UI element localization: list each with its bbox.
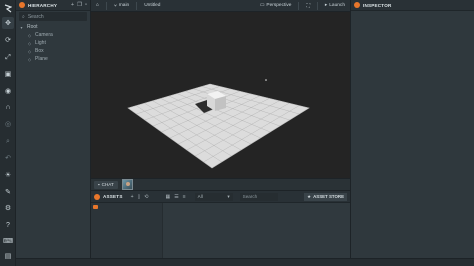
home-button[interactable]: ⌂ [94, 1, 101, 10]
pen-icon[interactable]: ✎ [2, 186, 14, 198]
scene-button[interactable]: Untitled [142, 1, 162, 10]
hierarchy-search-placeholder: Search [27, 13, 44, 20]
camera-icon: ▭ [259, 3, 265, 8]
fullscreen-button[interactable]: ⛶ [304, 1, 311, 10]
entity-icon: ◇ [27, 48, 32, 54]
inspector-panel: INSPECTOR [350, 0, 474, 258]
scene-canvas[interactable] [91, 12, 350, 178]
gear-icon[interactable]: ⚙ [2, 202, 14, 214]
view-mode-button[interactable]: ▭ Perspective [258, 1, 294, 10]
assets-header: ASSETS + ▯ ⟲ ▦ ☰ ≡ All ▾ Search ★ ASSET … [91, 191, 350, 203]
hierarchy-search-input[interactable]: ⌕ Search [19, 12, 87, 21]
assets-collapse-icon[interactable] [94, 193, 100, 200]
launch-label: Launch [329, 3, 345, 8]
assets-panel: ASSETS + ▯ ⟲ ▦ ☰ ≡ All ▾ Search ★ ASSET … [91, 190, 350, 259]
help-icon[interactable]: ? [2, 219, 14, 231]
avatar[interactable] [121, 179, 133, 190]
grid-view-icon[interactable]: ▦ [165, 194, 170, 200]
branch-icon: ⑂ [113, 3, 117, 9]
detail-view-icon[interactable]: ≡ [183, 194, 186, 200]
chat-icon: ▪ [98, 182, 100, 187]
assets-title: ASSETS [103, 194, 123, 199]
viewport-toolbar: ⌂ ⑂ main Untitled ▭ Perspective ⛶ ▸ Laun… [91, 0, 350, 12]
bulb-icon[interactable]: ☀ [2, 169, 14, 181]
list-view-icon[interactable]: ☰ [174, 194, 178, 200]
tree-item-label: Camera [35, 32, 53, 38]
rotate-icon[interactable]: ⟳ [2, 34, 14, 46]
launch-button[interactable]: ▸ Launch [323, 1, 347, 10]
tree-item-box[interactable]: ◇ Box [19, 47, 87, 55]
undo-icon[interactable]: ↶ [2, 152, 14, 164]
asset-grid[interactable] [163, 203, 350, 259]
scene-label: Untitled [144, 3, 161, 8]
home-icon: ⌂ [96, 3, 99, 8]
asset-folder-tree [91, 203, 163, 259]
entity-icon: ◇ [27, 40, 32, 46]
tree-item-camera[interactable]: ◇ Camera [19, 31, 87, 39]
inspector-title: INSPECTOR [363, 2, 392, 8]
tree-item-label: Light [35, 40, 46, 46]
inspector-header: INSPECTOR [351, 0, 474, 11]
chat-button[interactable]: ▪ CHAT [94, 180, 118, 189]
hierarchy-collapse-icon[interactable] [19, 2, 25, 8]
user-icon[interactable]: ▤ [2, 250, 14, 262]
hierarchy-header: HIERARCHY + ❐ ▫ [16, 0, 90, 11]
hierarchy-panel: HIERARCHY + ❐ ▫ ⌕ Search ▾ Root ◇ Camera… [16, 0, 91, 258]
add-asset-icon[interactable]: + [131, 194, 134, 200]
entity-icon: ◇ [27, 32, 32, 38]
entity-icon: ◇ [27, 56, 32, 62]
chevron-down-icon: ▾ [227, 193, 230, 199]
left-toolbar: ✥ ⟳ ⤢ ▣ ◉ ∩ ◎ ⌕ ↶ ☀ ✎ ⚙ ? ⌨ ▤ [0, 0, 16, 266]
fullscreen-icon: ⛶ [306, 3, 310, 9]
tree-item-label: Box [35, 48, 44, 54]
playcanvas-logo-icon[interactable] [2, 2, 14, 14]
keyboard-icon[interactable]: ⌨ [2, 235, 14, 247]
divider [136, 1, 138, 10]
light-gizmo[interactable] [265, 79, 267, 81]
duplicate-icon[interactable]: ❐ [77, 2, 82, 8]
branch-label: main [118, 3, 130, 8]
chat-label: CHAT [101, 182, 114, 187]
tree-item-label: Root [27, 24, 38, 30]
star-icon: ★ [307, 193, 312, 199]
magnet-icon[interactable]: ∩ [2, 101, 14, 113]
divider [105, 1, 107, 10]
tree-item-root[interactable]: ▾ Root [19, 23, 87, 31]
scale-icon[interactable]: ⤢ [2, 51, 14, 63]
asset-search-input[interactable]: Search [239, 192, 278, 201]
asset-filter-select[interactable]: All ▾ [194, 192, 233, 201]
add-entity-icon[interactable]: + [71, 2, 74, 8]
folder-icon[interactable] [93, 205, 98, 209]
tree-item-light[interactable]: ◇ Light [19, 39, 87, 47]
move-icon[interactable]: ✥ [2, 17, 14, 29]
asset-store-label: ASSET STORE [313, 194, 344, 199]
tree-item-plane[interactable]: ◇ Plane [19, 55, 87, 63]
delete-asset-icon[interactable]: ▯ [138, 194, 141, 200]
divider [298, 1, 300, 10]
eye-icon[interactable]: ◎ [2, 118, 14, 130]
asset-store-button[interactable]: ★ ASSET STORE [304, 192, 347, 201]
hierarchy-tree: ▾ Root ◇ Camera ◇ Light ◇ Box ◇ Plane [16, 22, 90, 64]
inspector-collapse-icon[interactable] [354, 2, 360, 8]
search-tool-icon[interactable]: ⌕ [2, 135, 14, 147]
resize-icon[interactable]: ▣ [2, 68, 14, 80]
chat-bar: ▪ CHAT [91, 178, 350, 190]
scene-viewport[interactable] [91, 12, 350, 178]
status-bar [16, 258, 474, 266]
play-icon: ▸ [324, 3, 328, 8]
asset-search-placeholder: Search [242, 194, 258, 199]
world-icon[interactable]: ◉ [2, 85, 14, 97]
asset-filter-value: All [197, 194, 203, 199]
delete-icon[interactable]: ▫ [85, 2, 87, 8]
chevron-down-icon[interactable]: ▾ [19, 25, 24, 30]
back-icon[interactable]: ⟲ [144, 194, 148, 200]
divider [316, 1, 318, 10]
search-icon: ⌕ [22, 13, 25, 20]
branch-button[interactable]: ⑂ main [112, 1, 131, 10]
tree-item-label: Plane [35, 56, 48, 62]
view-mode-label: Perspective [266, 3, 292, 8]
hierarchy-title: HIERARCHY [28, 2, 58, 8]
